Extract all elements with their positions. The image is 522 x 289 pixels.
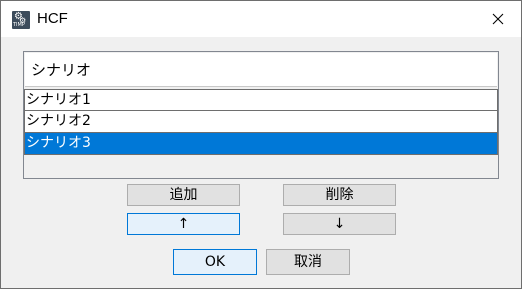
window-title: HCF (37, 10, 68, 27)
title-bar: ⚙ ⚙ TIMP HCF (1, 1, 521, 37)
scenario-list[interactable]: シナリオ シナリオ1 シナリオ2 シナリオ3 (23, 51, 499, 179)
list-header[interactable]: シナリオ (25, 53, 497, 87)
list-item-selected[interactable]: シナリオ3 (24, 133, 498, 155)
cancel-button[interactable]: 取消 (266, 249, 350, 275)
add-button[interactable]: 追加 (127, 184, 240, 206)
app-logo-icon: ⚙ ⚙ TIMP (12, 11, 30, 29)
list-item[interactable]: シナリオ1 (24, 89, 498, 111)
ok-button[interactable]: OK (173, 249, 257, 275)
list-item[interactable]: シナリオ2 (24, 111, 498, 133)
close-icon (492, 13, 504, 25)
move-up-button[interactable]: ↑ (127, 213, 240, 235)
move-down-button[interactable]: ↓ (283, 213, 396, 235)
dialog-window: ⚙ ⚙ TIMP HCF シナリオ シナリオ1 シナリオ2 シナリオ3 追加 削… (0, 0, 522, 289)
list-header-label: シナリオ (31, 61, 92, 79)
list-rows: シナリオ1 シナリオ2 シナリオ3 (24, 89, 500, 155)
delete-button[interactable]: 削除 (283, 184, 396, 206)
close-button[interactable] (475, 1, 521, 37)
